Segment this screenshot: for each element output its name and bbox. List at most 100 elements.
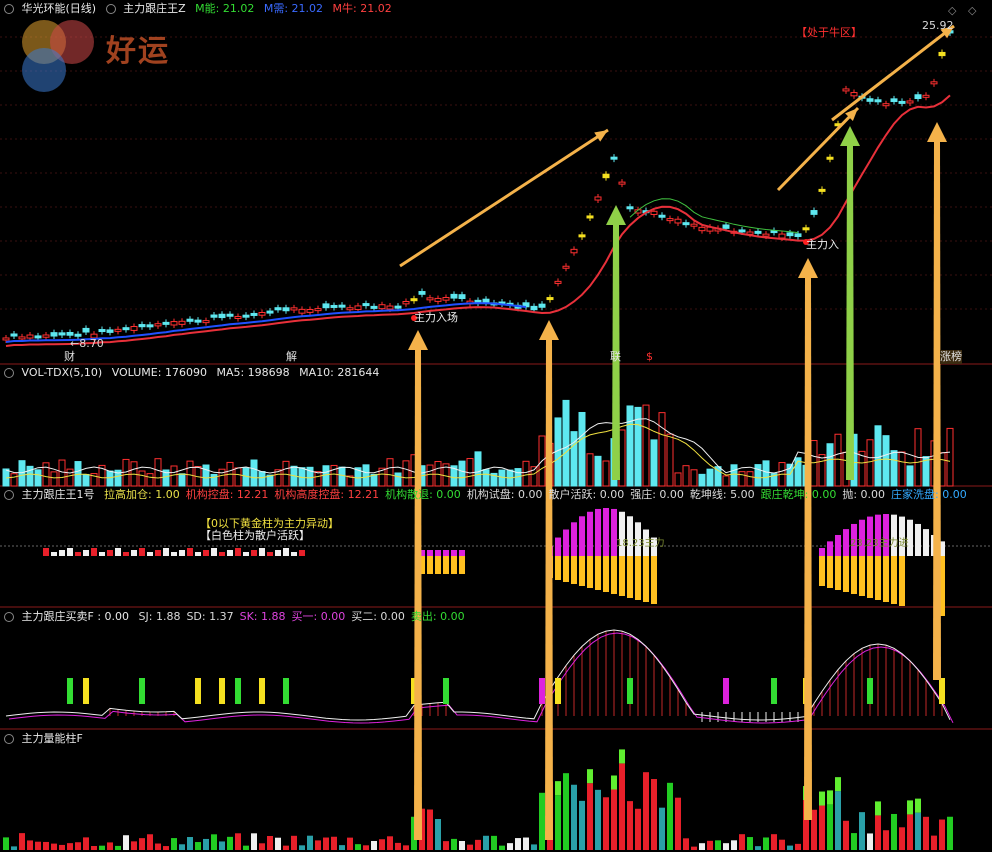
candle bbox=[58, 332, 66, 336]
collapse-icon[interactable] bbox=[4, 490, 14, 500]
indicator3-bar bbox=[451, 838, 457, 850]
volume-bar bbox=[626, 405, 634, 487]
entry-label-2: 主力入 bbox=[806, 238, 839, 251]
indicator3-bar bbox=[267, 835, 273, 850]
indicator1-bar bbox=[91, 548, 97, 556]
indicator3-bar bbox=[283, 845, 289, 850]
candle bbox=[314, 308, 322, 312]
indicator3-bar bbox=[3, 837, 9, 850]
volume-bar bbox=[874, 425, 882, 487]
event-mark-lian[interactable]: 联 bbox=[610, 350, 621, 364]
ind1-value-5: 散户活跃: 0.00 bbox=[548, 488, 625, 501]
indicator3-bar bbox=[819, 805, 825, 850]
candle bbox=[394, 305, 402, 309]
candle bbox=[194, 319, 202, 323]
candle bbox=[762, 233, 770, 237]
event-mark-jie[interactable]: 解 bbox=[286, 350, 297, 364]
volume-bar bbox=[154, 458, 162, 487]
indicator3-bar bbox=[291, 835, 297, 850]
candle bbox=[50, 332, 58, 337]
ind2-value-2: SK: 1.88 bbox=[239, 610, 286, 623]
indicator3-bar bbox=[899, 827, 905, 850]
indicator3-bar bbox=[539, 792, 545, 850]
diamond-icon[interactable]: ◇ bbox=[948, 4, 956, 18]
indicator3-bar bbox=[675, 797, 681, 850]
collapse-icon[interactable] bbox=[4, 612, 14, 622]
volume-bar bbox=[42, 462, 50, 487]
event-mark-zhangbang[interactable]: 涨榜 bbox=[940, 350, 962, 364]
collapse-icon[interactable] bbox=[4, 368, 14, 378]
volume-bar bbox=[218, 468, 226, 487]
indicator3-bar bbox=[787, 845, 793, 850]
volume-bar bbox=[578, 411, 586, 487]
indicator3-bar bbox=[59, 844, 65, 850]
indicator3-bar bbox=[563, 773, 569, 850]
indicator1-mark-2: 23.23主力进 bbox=[850, 538, 909, 549]
indicator3-bar bbox=[835, 791, 841, 850]
indicator3-bar bbox=[867, 833, 873, 850]
volume-indicator-name: VOL-TDX(5,10) bbox=[21, 366, 103, 379]
indicator3-bar bbox=[875, 801, 881, 816]
candle bbox=[842, 88, 850, 92]
candle bbox=[386, 305, 394, 310]
window-control-icon[interactable]: ◇ bbox=[968, 4, 976, 18]
volume-bar bbox=[458, 460, 466, 487]
indicator1-bar bbox=[155, 550, 161, 556]
indicator3-bar bbox=[491, 835, 497, 850]
candle bbox=[346, 307, 354, 311]
indicator1-bar bbox=[827, 556, 833, 588]
candle bbox=[578, 234, 586, 238]
indicator3-bar bbox=[307, 835, 313, 850]
indicator1-mark-1: 18.23主力 bbox=[616, 538, 665, 549]
trend-arrow bbox=[776, 106, 860, 192]
indicator1-bar bbox=[163, 548, 169, 556]
candle bbox=[74, 333, 82, 337]
candle bbox=[754, 230, 762, 234]
collapse-icon[interactable] bbox=[105, 4, 116, 14]
indicator3-bar bbox=[259, 843, 265, 850]
indicator3-bar bbox=[371, 840, 377, 850]
candle bbox=[674, 218, 682, 224]
collapse-icon[interactable] bbox=[4, 4, 14, 14]
indicator3-bar bbox=[195, 842, 201, 850]
candle bbox=[378, 304, 386, 310]
volume-bar bbox=[826, 443, 834, 487]
candle bbox=[666, 218, 674, 222]
indicator1-bar bbox=[139, 548, 145, 556]
indicator1-bar bbox=[459, 550, 465, 556]
indicator1-header: 主力跟庄王1号 拉高加仓: 1.00 机构控盘: 12.21 机构高度控盘: 12.… bbox=[4, 488, 973, 502]
indicator1-bar bbox=[427, 556, 433, 574]
indicator1-bar bbox=[51, 552, 57, 556]
volume-value: VOLUME: 176090 bbox=[111, 366, 207, 379]
volume-bar bbox=[706, 468, 714, 487]
volume-bar bbox=[658, 412, 666, 487]
ind2-value-3: 买一: 0.00 bbox=[291, 610, 346, 623]
volume-bar bbox=[250, 459, 258, 487]
volume-bar bbox=[690, 469, 698, 487]
indicator1-bar bbox=[147, 552, 153, 556]
indicator3-bar bbox=[299, 845, 305, 850]
candle bbox=[562, 265, 570, 269]
annotation-arrow bbox=[414, 348, 422, 840]
volume-bar bbox=[722, 475, 730, 487]
m-neng-value: M能: 21.02 bbox=[195, 2, 255, 15]
indicator3-bar bbox=[595, 789, 601, 850]
indicator3-bar bbox=[163, 846, 169, 850]
indicator3-bar bbox=[67, 843, 73, 850]
volume-bar bbox=[746, 471, 754, 487]
indicator3-bar bbox=[763, 837, 769, 850]
collapse-icon[interactable] bbox=[4, 734, 14, 744]
candle bbox=[602, 173, 610, 179]
volume-bar bbox=[362, 464, 370, 487]
indicator3-bar bbox=[467, 844, 473, 850]
event-mark-cai[interactable]: 财 bbox=[64, 350, 75, 364]
volume-bar bbox=[186, 460, 194, 487]
indicator1-bar bbox=[571, 522, 577, 556]
chart-canvas[interactable] bbox=[0, 0, 992, 852]
indicator1-bar bbox=[643, 556, 649, 602]
annotation-arrow bbox=[545, 338, 553, 840]
candle bbox=[170, 321, 178, 326]
volume-bar bbox=[234, 467, 242, 487]
indicator3-bar bbox=[43, 841, 49, 850]
event-mark-dollar[interactable]: $ bbox=[646, 350, 653, 364]
